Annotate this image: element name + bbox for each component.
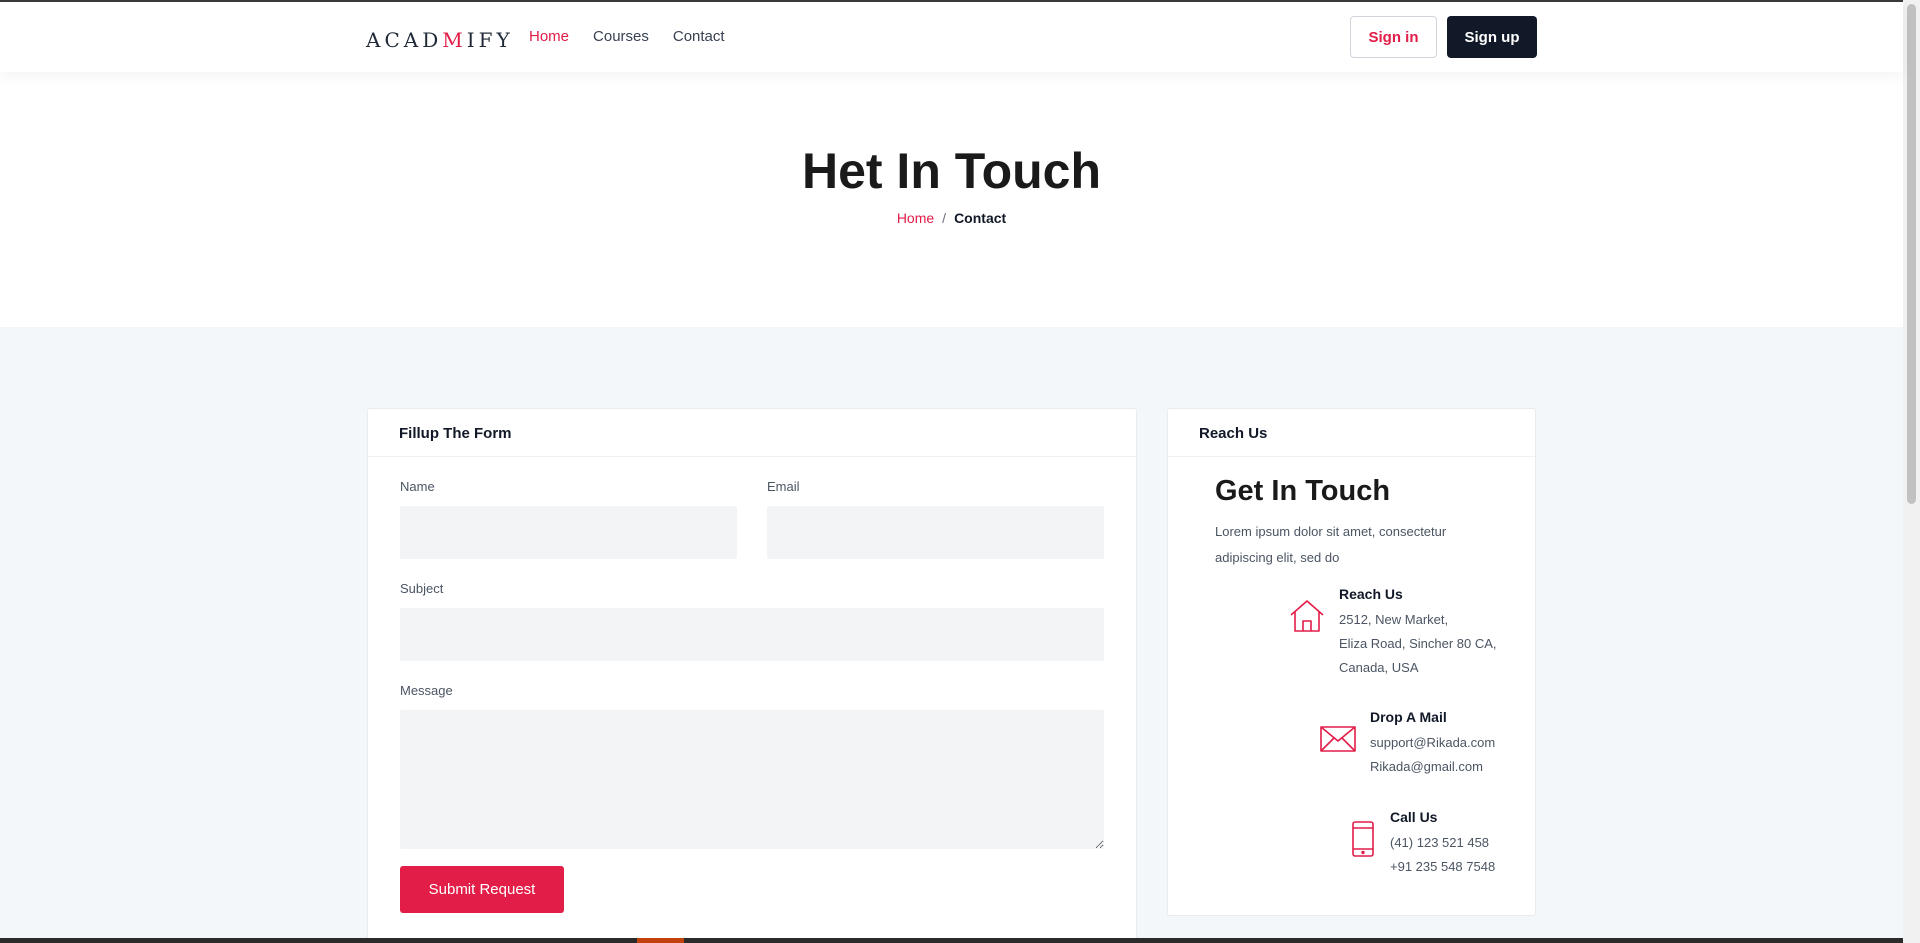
home-icon: [1287, 596, 1327, 636]
email-input[interactable]: [767, 506, 1104, 559]
scrollbar-thumb[interactable]: [1907, 4, 1916, 504]
page-scrollbar[interactable]: [1903, 0, 1920, 943]
site-logo[interactable]: ACAD M IFY: [366, 28, 514, 52]
email-label: Email: [767, 479, 800, 494]
contact-section: Fillup The Form Name Email Subject Messa…: [0, 327, 1903, 943]
logo-text-start: ACAD: [366, 28, 443, 52]
reach-us-card: Reach Us Get In Touch Lorem ipsum dolor …: [1167, 408, 1536, 916]
message-textarea[interactable]: [400, 710, 1104, 849]
address-line: Canada, USA: [1339, 660, 1419, 675]
mail-block: Drop A Mail support@Rikada.com Rikada@gm…: [1318, 709, 1495, 779]
reach-description: Lorem ipsum dolor sit amet, consectetur …: [1215, 524, 1447, 565]
nav-link-courses[interactable]: Courses: [593, 28, 649, 45]
subject-input[interactable]: [400, 608, 1104, 661]
site-header: ACAD M IFY Home Courses Contact Sign in Si…: [0, 2, 1903, 72]
sign-in-button[interactable]: Sign in: [1350, 16, 1437, 58]
phone-number[interactable]: (41) 123 521 458: [1390, 831, 1495, 855]
taskbar-active-indicator: [637, 938, 684, 943]
breadcrumb-current: Contact: [954, 210, 1007, 226]
reach-card-heading: Reach Us: [1168, 409, 1535, 457]
submit-request-button[interactable]: Submit Request: [400, 866, 564, 913]
logo-text-accent: M: [442, 28, 467, 52]
nav-link-home[interactable]: Home: [529, 28, 569, 45]
phone-number[interactable]: +91 235 548 7548: [1390, 855, 1495, 879]
mail-address[interactable]: support@Rikada.com: [1370, 731, 1495, 755]
address-block: Reach Us 2512, New Market, Eliza Road, S…: [1287, 586, 1497, 680]
breadcrumb: Home / Contact: [0, 210, 1903, 226]
address-line: 2512, New Market,: [1339, 612, 1449, 627]
name-label: Name: [400, 479, 435, 494]
mail-address[interactable]: Rikada@gmail.com: [1370, 755, 1495, 779]
address-title: Reach Us: [1339, 586, 1403, 602]
nav-link-contact[interactable]: Contact: [673, 28, 725, 45]
subject-label: Subject: [400, 581, 444, 596]
taskbar-strip: [0, 938, 1903, 943]
phone-title: Call Us: [1390, 809, 1438, 825]
form-card-heading: Fillup The Form: [368, 409, 1136, 457]
mail-title: Drop A Mail: [1370, 709, 1447, 725]
breadcrumb-home-link[interactable]: Home: [897, 210, 934, 226]
logo-text-end: IFY: [466, 28, 514, 52]
main-nav: Home Courses Contact: [529, 28, 725, 45]
message-label: Message: [400, 683, 453, 698]
name-input[interactable]: [400, 506, 737, 559]
page-hero: Het In Touch Home / Contact: [0, 72, 1903, 327]
phone-icon: [1348, 819, 1378, 859]
page-title: Het In Touch: [801, 143, 1102, 199]
mail-icon: [1318, 719, 1358, 759]
sign-up-button[interactable]: Sign up: [1447, 16, 1537, 58]
breadcrumb-separator: /: [942, 210, 947, 226]
phone-block: Call Us (41) 123 521 458 +91 235 548 754…: [1348, 809, 1495, 879]
contact-form-card: Fillup The Form Name Email Subject Messa…: [367, 408, 1137, 943]
address-line: Eliza Road, Sincher 80 CA,: [1339, 636, 1497, 651]
get-in-touch-title: Get In Touch: [1215, 475, 1391, 507]
